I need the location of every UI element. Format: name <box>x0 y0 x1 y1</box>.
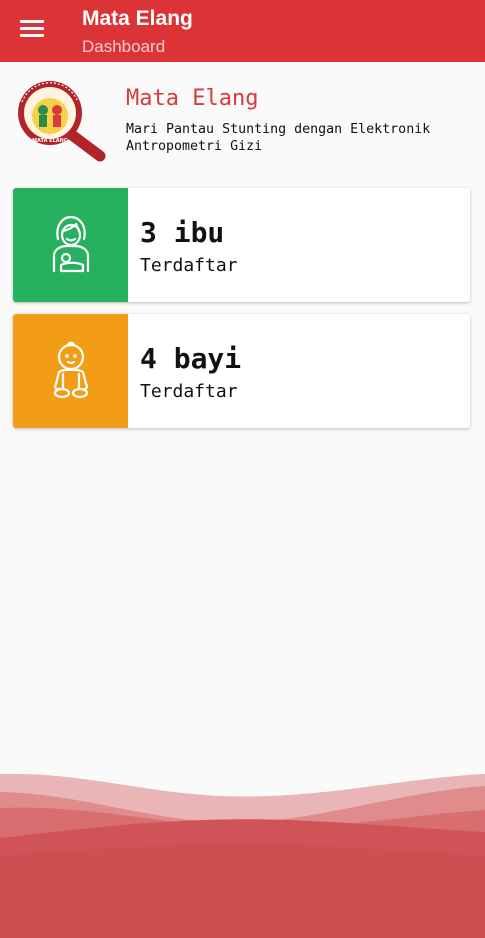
bayi-label: Terdaftar <box>140 381 238 402</box>
ibu-count: 3 ibu <box>140 216 225 249</box>
mata-elang-logo: MATA ELANG <box>18 81 106 162</box>
baby-icon-box <box>13 314 128 428</box>
app-title: Mata Elang <box>82 7 193 30</box>
app-bar: Mata Elang Dashboard <box>0 0 485 62</box>
brand-header: MATA ELANG Mata Elang Mari Pantau Stunti… <box>14 80 474 164</box>
hamburger-menu-icon[interactable] <box>20 20 44 38</box>
svg-text:MATA ELANG: MATA ELANG <box>32 138 68 144</box>
ibu-count-card[interactable]: 3 ibu Terdaftar <box>13 188 470 302</box>
brand-name: Mata Elang <box>126 86 259 111</box>
mother-icon-box <box>13 188 128 302</box>
decorative-wave <box>0 773 485 938</box>
mother-icon <box>52 215 90 273</box>
app-subtitle: Dashboard <box>82 37 166 56</box>
bayi-count-card[interactable]: 4 bayi Terdaftar <box>13 314 470 428</box>
bayi-count: 4 bayi <box>140 342 242 375</box>
ibu-label: Terdaftar <box>140 255 238 276</box>
brand-tagline: Mari Pantau Stunting dengan Elektronik A… <box>126 122 431 154</box>
baby-icon <box>53 341 89 399</box>
